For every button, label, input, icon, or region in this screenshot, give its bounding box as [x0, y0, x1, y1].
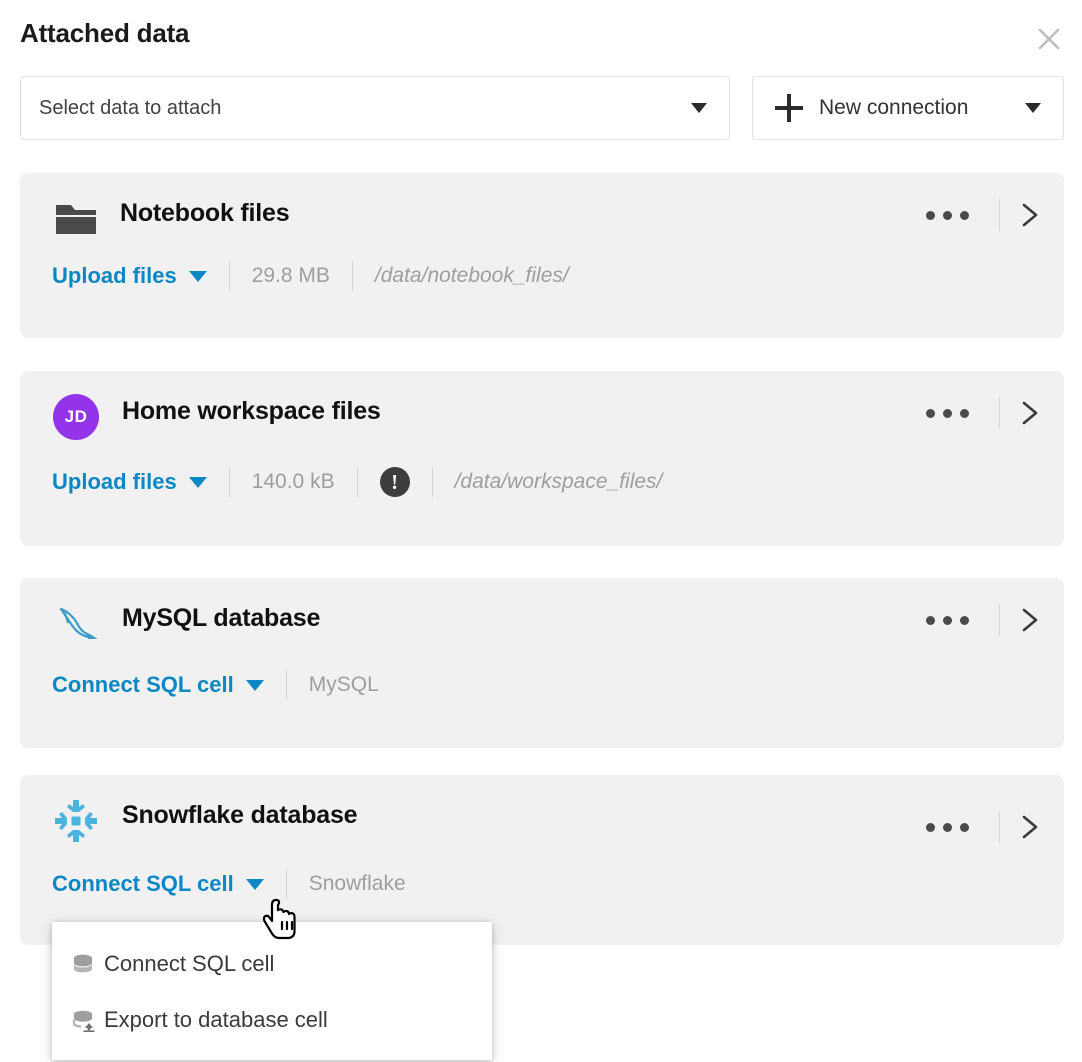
card-title: MySQL database: [122, 604, 320, 633]
data-card-snowflake-database[interactable]: Snowflake database Connect SQL cell Snow…: [20, 775, 1064, 945]
divider: [999, 604, 1000, 636]
chevron-down-icon: [691, 103, 707, 113]
chevron-down-icon[interactable]: [246, 680, 264, 691]
divider: [352, 261, 353, 291]
chevron-down-icon[interactable]: [189, 271, 207, 282]
menu-item-label: Connect SQL cell: [104, 951, 274, 977]
chevron-right-icon[interactable]: [1018, 398, 1042, 428]
divider: [432, 467, 433, 497]
select-data-dropdown[interactable]: Select data to attach: [20, 76, 730, 140]
chevron-down-icon: [1025, 103, 1041, 113]
card-actions: [914, 807, 1042, 847]
card-size: 140.0 kB: [252, 470, 335, 494]
database-icon: [70, 951, 96, 977]
divider: [357, 467, 358, 497]
card-meta-row: Connect SQL cell Snowflake: [52, 867, 406, 901]
connect-sql-cell-menu: Connect SQL cell Export to database cell: [52, 922, 492, 1060]
menu-item-connect-sql-cell[interactable]: Connect SQL cell: [52, 936, 492, 992]
chevron-down-icon[interactable]: [246, 879, 264, 890]
page-title: Attached data: [20, 18, 189, 49]
menu-item-label: Export to database cell: [104, 1007, 328, 1033]
card-size: 29.8 MB: [252, 264, 330, 288]
card-path: /data/workspace_files/: [455, 470, 663, 494]
panel-header: Attached data: [0, 0, 1082, 70]
card-title: Snowflake database: [122, 801, 357, 830]
divider: [999, 397, 1000, 429]
menu-item-export-to-database-cell[interactable]: Export to database cell: [52, 992, 492, 1048]
snowflake-icon: [52, 797, 100, 845]
connect-sql-cell-link[interactable]: Connect SQL cell: [52, 672, 234, 698]
data-card-home-workspace-files[interactable]: JD Home workspace files Upload files 140…: [20, 371, 1064, 546]
ellipsis-icon[interactable]: [914, 610, 981, 631]
new-connection-button[interactable]: New connection: [752, 76, 1064, 140]
card-actions: [914, 600, 1042, 640]
chevron-right-icon[interactable]: [1018, 200, 1042, 230]
status-badge[interactable]: !: [380, 467, 410, 497]
card-title: Notebook files: [120, 199, 289, 228]
card-actions: [914, 195, 1042, 235]
ellipsis-icon[interactable]: [914, 205, 981, 226]
select-data-label: Select data to attach: [39, 97, 221, 120]
plus-icon: [775, 94, 803, 122]
card-engine: Snowflake: [309, 872, 406, 896]
avatar-initials: JD: [53, 394, 99, 440]
database-upload-icon: [70, 1007, 96, 1033]
divider: [999, 811, 1000, 843]
card-path: /data/notebook_files/: [375, 264, 569, 288]
chevron-down-icon[interactable]: [189, 477, 207, 488]
ellipsis-icon[interactable]: [914, 817, 981, 838]
data-card-mysql-database[interactable]: MySQL database Connect SQL cell MySQL: [20, 578, 1064, 748]
close-icon[interactable]: [1032, 22, 1066, 56]
divider: [286, 869, 287, 899]
chevron-right-icon[interactable]: [1018, 812, 1042, 842]
divider: [286, 670, 287, 700]
data-card-notebook-files[interactable]: Notebook files Upload files 29.8 MB /dat…: [20, 173, 1064, 338]
attached-data-panel: Attached data Select data to attach New …: [0, 0, 1082, 1062]
card-meta-row: Upload files 29.8 MB /data/notebook_file…: [52, 259, 569, 293]
card-title: Home workspace files: [122, 397, 381, 426]
card-actions: [914, 393, 1042, 433]
card-engine: MySQL: [309, 673, 379, 697]
chevron-right-icon[interactable]: [1018, 605, 1042, 635]
mysql-dolphin-icon: [52, 600, 100, 648]
connect-sql-cell-link[interactable]: Connect SQL cell: [52, 871, 234, 897]
new-connection-label: New connection: [819, 96, 968, 120]
card-meta-row: Connect SQL cell MySQL: [52, 668, 379, 702]
divider: [229, 261, 230, 291]
divider: [999, 199, 1000, 231]
avatar: JD: [52, 393, 100, 441]
upload-files-link[interactable]: Upload files: [52, 263, 177, 289]
folder-icon: [52, 195, 100, 243]
card-meta-row: Upload files 140.0 kB ! /data/workspace_…: [52, 465, 662, 499]
controls-row: Select data to attach New connection: [0, 76, 1082, 140]
divider: [229, 467, 230, 497]
upload-files-link[interactable]: Upload files: [52, 469, 177, 495]
ellipsis-icon[interactable]: [914, 403, 981, 424]
